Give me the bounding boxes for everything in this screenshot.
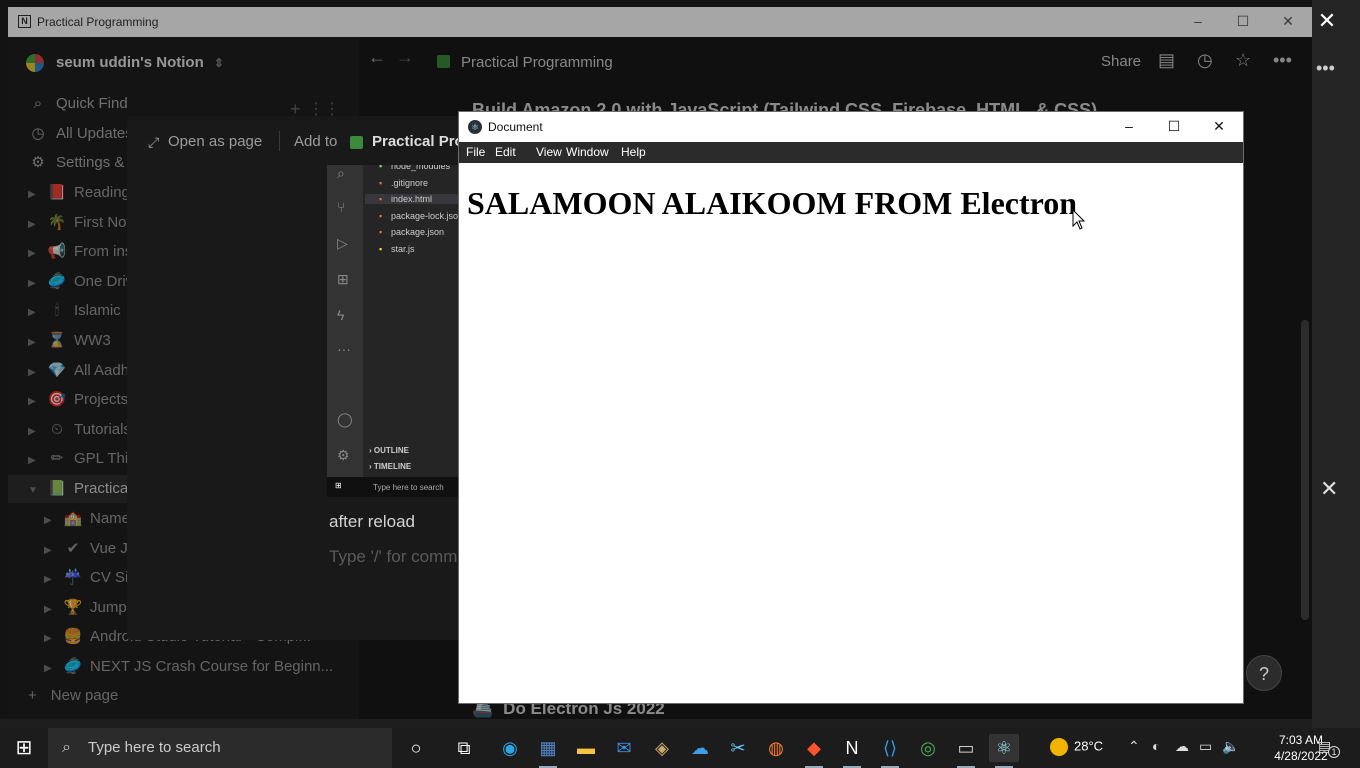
- sun-icon: [1050, 738, 1068, 756]
- menu-bar: File Edit View Window Help: [459, 142, 1243, 163]
- minimize-button[interactable]: –: [1119, 118, 1139, 136]
- edge-icon[interactable]: ◉: [495, 734, 525, 762]
- file-icon: ▪: [379, 165, 383, 171]
- cloud-icon[interactable]: ☁: [1175, 738, 1189, 755]
- extensions-icon: ⊞: [337, 271, 349, 287]
- file-tree-item: ▪ .gitignore: [379, 177, 429, 188]
- background-more-icon[interactable]: •••: [1316, 58, 1335, 79]
- cortana-icon[interactable]: ○: [401, 734, 431, 762]
- menu-item-window[interactable]: Window: [566, 145, 609, 159]
- brave-icon[interactable]: ◆: [799, 734, 829, 768]
- open-as-page-button[interactable]: Open as page: [168, 133, 262, 150]
- window-title: Document: [488, 120, 543, 134]
- electron-app-icon: ⚛: [468, 120, 482, 134]
- more-icon: ···: [337, 341, 351, 357]
- add-to-button[interactable]: Add to: [294, 133, 337, 150]
- mouse-cursor-icon: [1072, 209, 1086, 230]
- file-tree-item: ▪ node_modules: [365, 165, 458, 171]
- file-tree-item: ▪ package-lock.json: [379, 210, 458, 221]
- source-control-icon: ⑂: [337, 199, 346, 215]
- maximize-button[interactable]: ☐: [1164, 118, 1184, 136]
- gear-icon: ⚙: [337, 447, 350, 463]
- menu-item-view[interactable]: View: [536, 145, 562, 159]
- notion-icon[interactable]: N: [837, 734, 867, 768]
- electron-icon[interactable]: ⚛: [989, 734, 1019, 768]
- expand-icon: ⤢: [148, 134, 160, 150]
- file-tree-item: ▪ index.html: [365, 194, 458, 204]
- network-icon[interactable]: ▭: [1199, 738, 1212, 755]
- page-heading: SALAMOON ALAIKOOM FROM Electron: [467, 185, 1078, 221]
- electron-window: ⚛ Document – ☐ ✕ File Edit View Window Help …: [458, 111, 1244, 704]
- windows-icon: ⊞: [335, 481, 342, 490]
- weather-widget[interactable]: 28°C: [1050, 738, 1103, 756]
- vscode-icon[interactable]: ⟨⟩: [875, 734, 905, 768]
- menu-item-file[interactable]: File: [466, 145, 485, 159]
- meet-icon[interactable]: ◐: [1152, 738, 1160, 754]
- green-book-icon: [350, 136, 363, 149]
- search-icon: ⌕: [337, 165, 345, 181]
- lightning-icon: ϟ: [337, 307, 345, 323]
- account-icon: ◯: [337, 411, 353, 427]
- activity-bar: ⌕ ⑂ ▷ ⊞ ϟ ··· ◯ ⚙: [327, 165, 363, 477]
- snip-icon[interactable]: ✂: [723, 734, 753, 762]
- background-close-icon[interactable]: ✕: [1320, 476, 1338, 502]
- close-button[interactable]: ✕: [1209, 118, 1229, 136]
- divider: [279, 131, 280, 151]
- file-icon: ▪: [379, 227, 383, 237]
- file-tree-item: ▪ star.js: [379, 243, 415, 254]
- vscode-screenshot-image: ⌕ ⑂ ▷ ⊞ ϟ ··· ◯ ⚙ ▪ node_modules ▪ .gitigno…: [327, 165, 458, 497]
- file-tree-item: ▪ package.json: [379, 227, 445, 237]
- menu-item-help[interactable]: Help: [621, 145, 646, 159]
- search-icon: ⌕: [62, 739, 71, 756]
- add-to-target[interactable]: Practical Programming: [372, 133, 458, 150]
- outline-section: › OUTLINE: [369, 446, 409, 455]
- screenshot-taskbar: ⊞ Type here to search: [327, 477, 458, 497]
- help-button[interactable]: ?: [1246, 655, 1282, 691]
- app-icon[interactable]: ◈: [647, 734, 677, 762]
- file-icon: ▪: [379, 243, 383, 254]
- electron-titlebar: ⚛ Document – ☐ ✕: [459, 112, 1243, 142]
- file-icon: ▪: [379, 194, 383, 204]
- taskbar-search-box[interactable]: ⌕ Type here to search: [48, 728, 392, 768]
- taskbar: ⊞ ⌕ Type here to search ○ ⧉ ◉ ▦ ▬ ✉ ◈ ☁ ✂…: [0, 728, 1360, 768]
- background-close-icon[interactable]: ✕: [1316, 10, 1338, 32]
- background-window: [1312, 0, 1360, 768]
- notification-icon[interactable]: ▤ 1: [1318, 738, 1340, 758]
- firefox-icon[interactable]: ◍: [761, 734, 791, 762]
- onedrive-icon[interactable]: ☁: [685, 734, 715, 762]
- caption-text: after reload: [329, 512, 415, 531]
- task-view-icon[interactable]: ⧉: [449, 734, 479, 762]
- store-icon[interactable]: ▦: [533, 734, 563, 768]
- chrome-icon[interactable]: ◎: [913, 734, 943, 762]
- timeline-section: › TIMELINE: [369, 462, 412, 471]
- file-explorer-icon[interactable]: ▬: [571, 734, 601, 762]
- menu-item-edit[interactable]: Edit: [495, 145, 516, 159]
- windows-start-button[interactable]: ⊞: [0, 728, 48, 768]
- mail-icon[interactable]: ✉: [609, 734, 639, 762]
- block-placeholder[interactable]: Type '/' for commands: [329, 547, 459, 567]
- file-icon: ▪: [379, 177, 383, 188]
- run-icon: ▷: [337, 235, 348, 251]
- terminal-icon[interactable]: ▭: [951, 734, 981, 768]
- file-icon: ▪: [379, 210, 383, 221]
- volume-icon[interactable]: 🔈: [1222, 738, 1239, 755]
- chevron-up-icon[interactable]: ⌃: [1128, 738, 1140, 755]
